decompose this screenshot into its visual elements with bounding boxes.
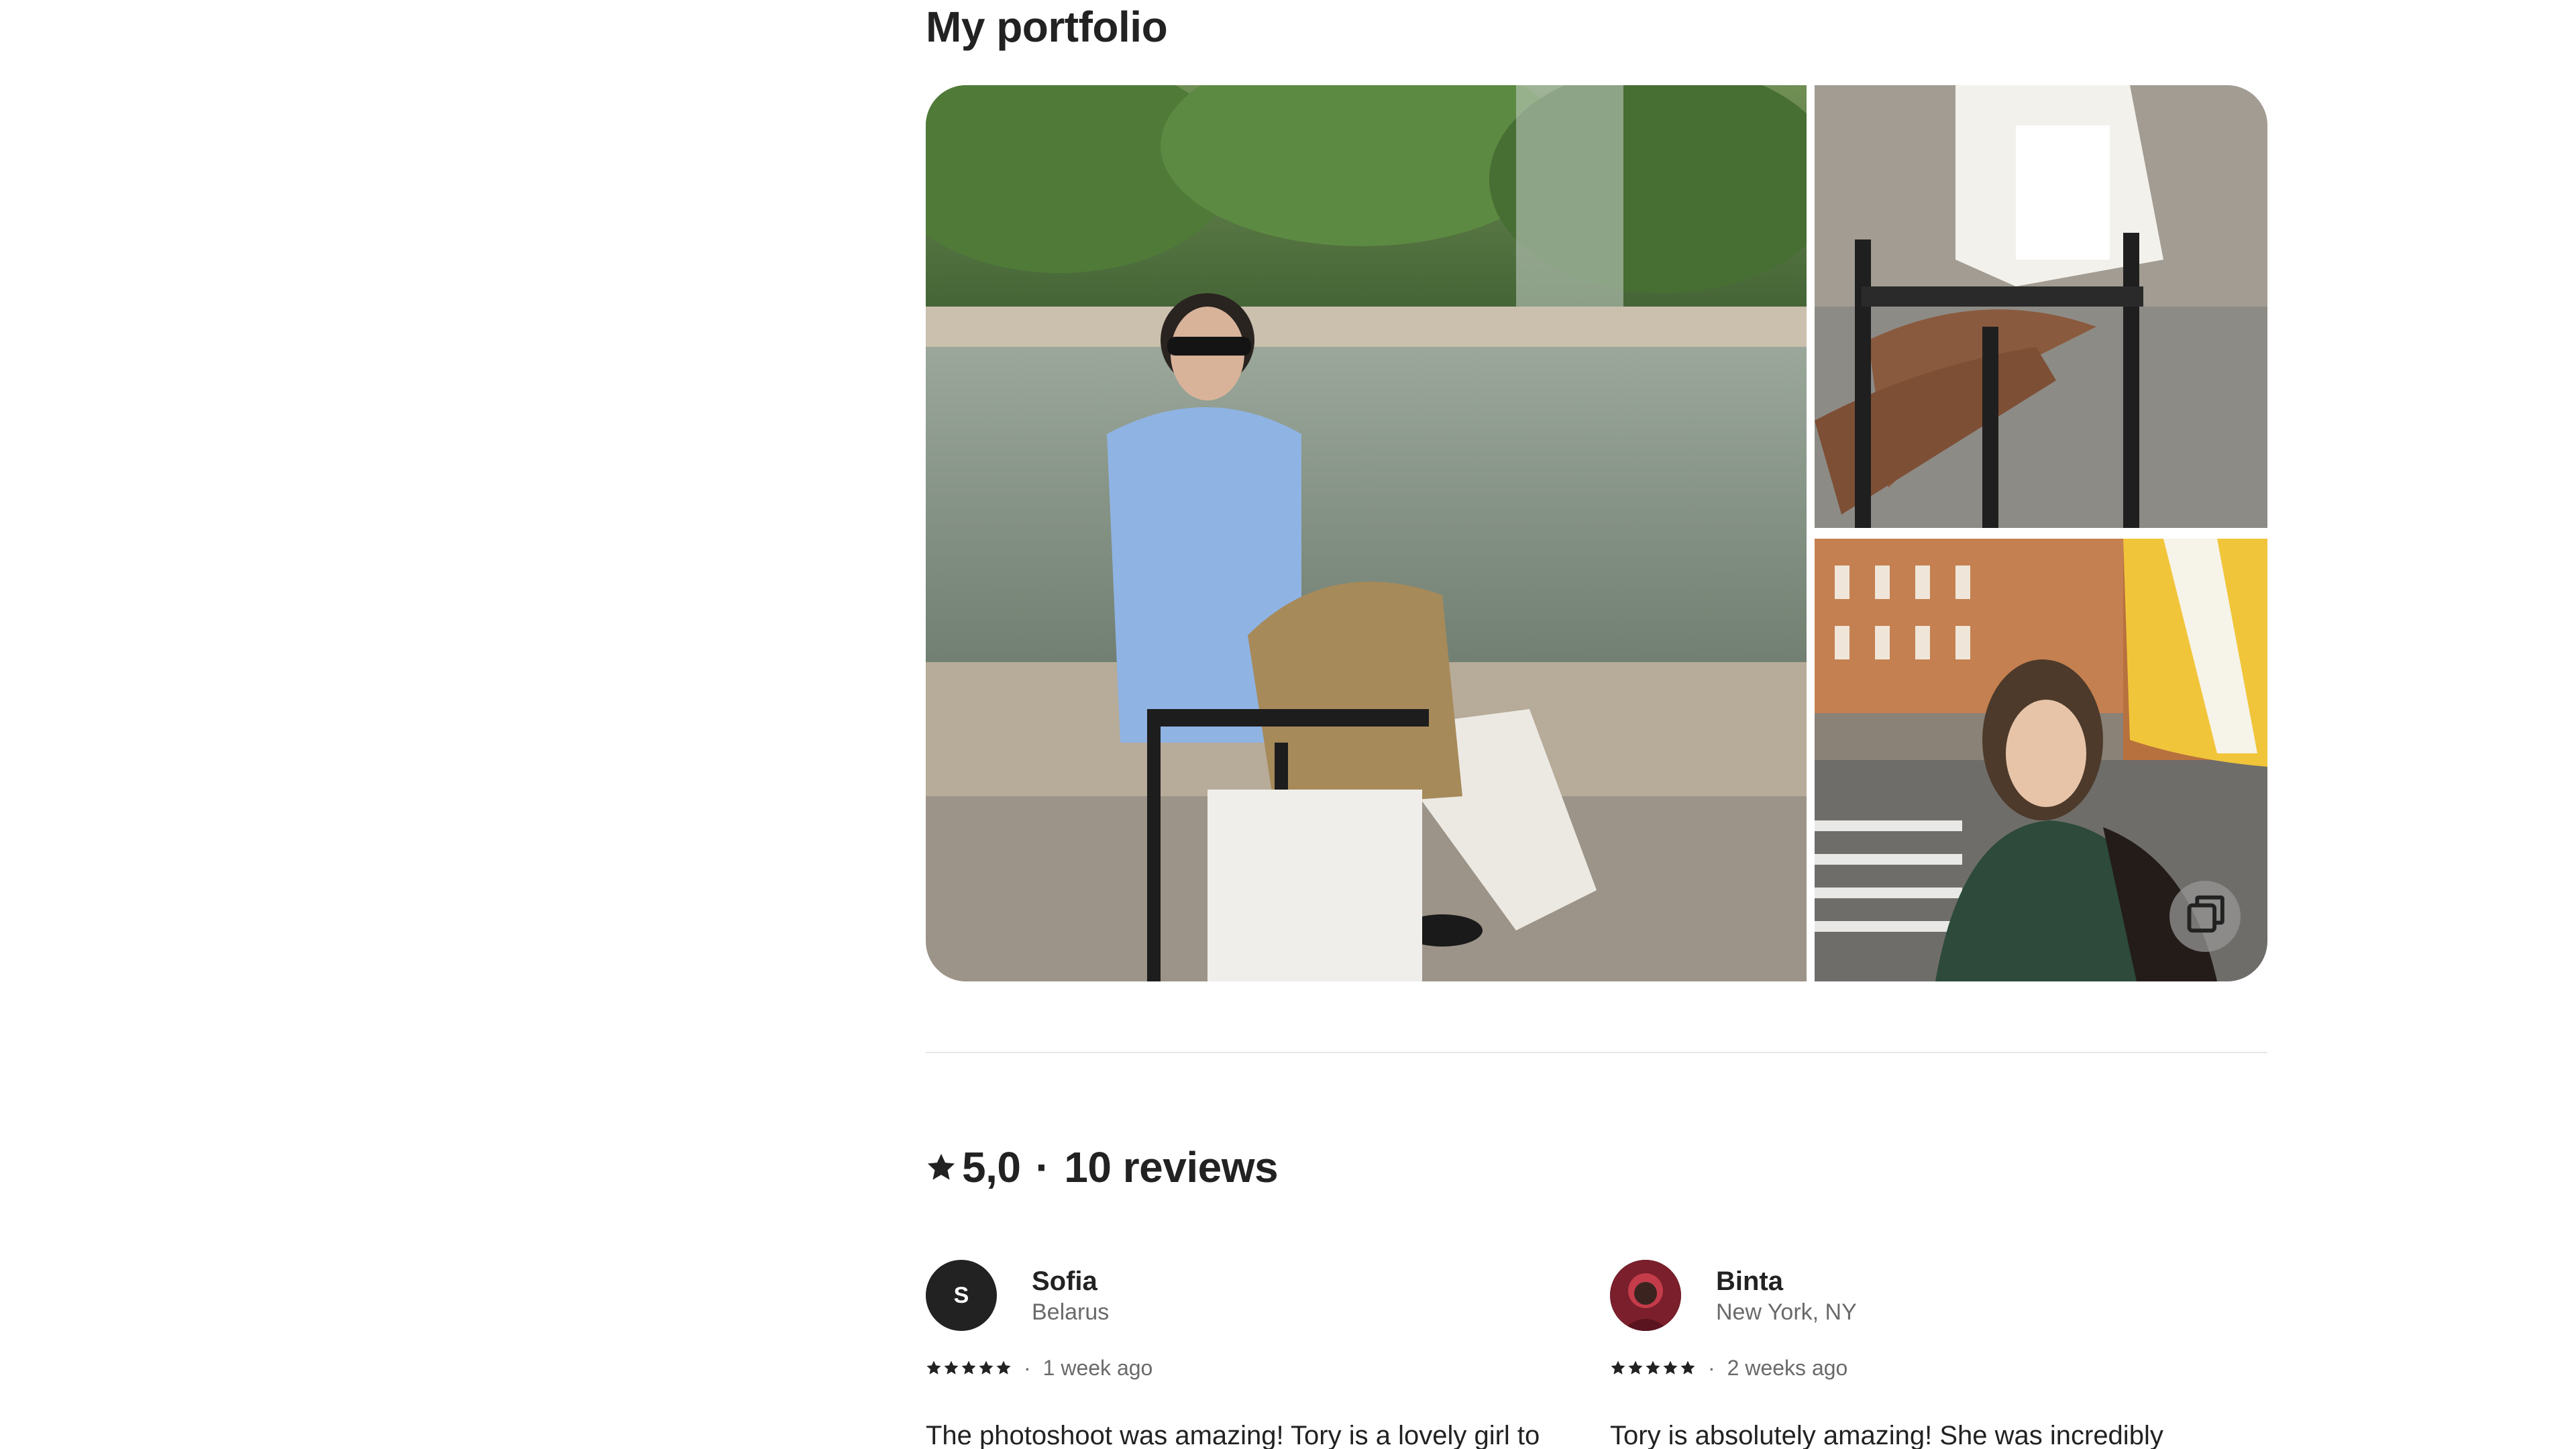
rating-summary: 5,0 · 10 reviews	[926, 1140, 1279, 1194]
star-icon	[1663, 1360, 1678, 1375]
photo-woman-chair-image	[1815, 85, 2267, 528]
review-time: 1 week ago	[1042, 1355, 1153, 1380]
star-icon	[1611, 1360, 1625, 1375]
photo-woman-fountain-image	[926, 85, 1807, 981]
star-icon	[926, 1360, 941, 1375]
reviewer-location: Belarus	[1032, 1299, 1110, 1325]
review-stars	[926, 1360, 1012, 1376]
meta-separator: ·	[1024, 1355, 1031, 1380]
section-title: My portfolio	[926, 3, 1168, 51]
star-icon	[961, 1360, 976, 1375]
star-icon	[1646, 1360, 1660, 1375]
reviewer-location: New York, NY	[1716, 1299, 1857, 1325]
copy-icon	[2187, 895, 2224, 933]
portfolio-photo-bottom-right[interactable]	[1815, 539, 2267, 981]
show-all-photos-button[interactable]	[2169, 881, 2241, 952]
review-text: Tory is absolutely amazing! She was incr…	[1610, 1421, 2163, 1449]
meta-separator: ·	[1708, 1355, 1715, 1380]
review-stars	[1610, 1360, 1696, 1376]
review-meta: · 1 week ago	[926, 1352, 1543, 1383]
page: My portfolio 5,0 · 10 reviews S Sofia Be…	[0, 0, 2576, 1449]
reviewer-name[interactable]: Binta	[1716, 1265, 1857, 1298]
rating-score: 5,0	[962, 1143, 1021, 1191]
star-icon	[1628, 1360, 1643, 1375]
review-card: Binta New York, NY · 2 weeks ago Tory is…	[1610, 1260, 2227, 1449]
star-icon	[927, 1153, 955, 1180]
rating-separator: ·	[1035, 1143, 1050, 1191]
review-count: 10 reviews	[1064, 1143, 1279, 1191]
star-icon	[944, 1360, 959, 1375]
review-time: 2 weeks ago	[1727, 1355, 1848, 1380]
star-icon	[979, 1360, 994, 1375]
reviewer-info: Binta New York, NY	[1716, 1265, 1857, 1326]
reviewer-info: Sofia Belarus	[1032, 1265, 1109, 1326]
avatar-photo-image	[1610, 1260, 1681, 1331]
avatar[interactable]: S	[926, 1260, 997, 1331]
portfolio-photo-main[interactable]	[926, 85, 1807, 981]
review-meta: · 2 weeks ago	[1610, 1352, 2227, 1383]
star-icon	[1680, 1360, 1695, 1375]
star-icon	[996, 1360, 1011, 1375]
section-divider	[926, 1052, 2267, 1053]
review-card: S Sofia Belarus · 1 week ago The photosh…	[926, 1260, 1543, 1449]
review-text: The photoshoot was amazing! Tory is a lo…	[926, 1421, 1540, 1449]
photo-gallery	[926, 85, 2267, 981]
reviewer-name[interactable]: Sofia	[1032, 1265, 1109, 1298]
portfolio-photo-top-right[interactable]	[1815, 85, 2267, 528]
reviewer: Binta New York, NY	[1610, 1260, 2227, 1331]
avatar[interactable]	[1610, 1260, 1681, 1331]
reviewer: S Sofia Belarus	[926, 1260, 1543, 1331]
